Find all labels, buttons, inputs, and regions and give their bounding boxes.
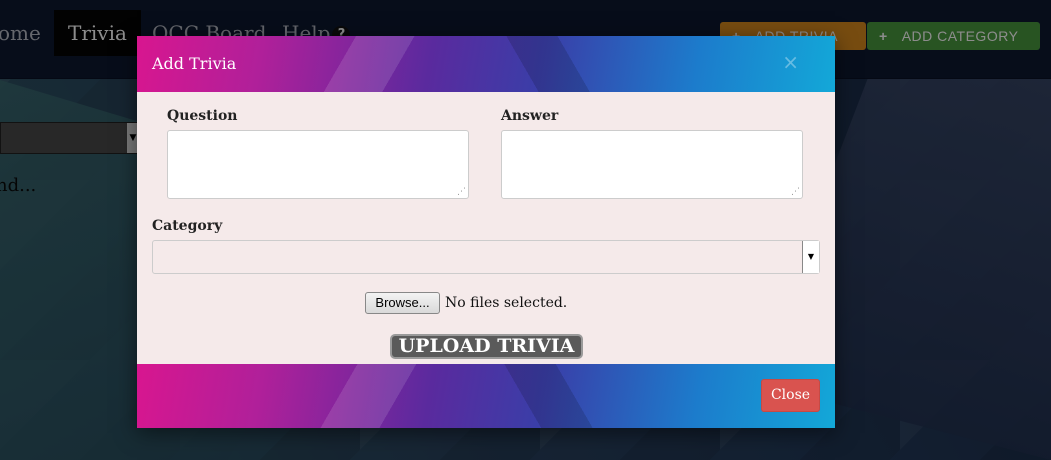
question-textarea[interactable]: ⋰: [167, 130, 469, 199]
file-status-text: No files selected.: [445, 295, 568, 311]
modal-footer: [137, 364, 835, 428]
answer-textarea[interactable]: ⋰: [501, 130, 803, 199]
upload-trivia-button[interactable]: UPLOAD TRIVIA: [390, 334, 583, 359]
category-select[interactable]: ▼: [152, 240, 820, 274]
resize-grip-icon[interactable]: ⋰: [791, 187, 800, 197]
add-trivia-modal: Add Trivia × Question Answer ⋰ ⋰ Categor…: [137, 36, 835, 428]
resize-grip-icon[interactable]: ⋰: [457, 187, 466, 197]
modal-body: Question Answer ⋰ ⋰ Category ▼ Browse...…: [137, 92, 835, 364]
answer-label: Answer: [501, 108, 559, 124]
close-button[interactable]: Close: [761, 379, 820, 412]
dropdown-arrow-icon: ▼: [802, 241, 819, 273]
browse-button[interactable]: Browse...: [365, 292, 440, 314]
close-icon[interactable]: ×: [782, 50, 799, 74]
modal-title: Add Trivia: [152, 54, 237, 73]
category-label: Category: [152, 218, 223, 234]
modal-header: Add Trivia ×: [137, 36, 835, 92]
question-label: Question: [167, 108, 238, 124]
